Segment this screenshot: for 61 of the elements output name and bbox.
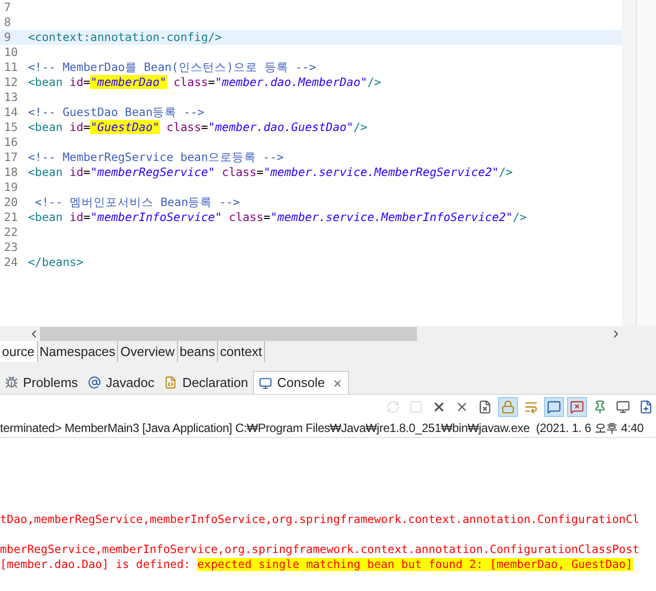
clear-document-icon [478,400,492,414]
sync-icon [386,400,400,414]
bug-icon [5,376,18,389]
monitor-icon [616,400,630,414]
view-tab[interactable]: Javadoc [82,371,160,394]
editor-tab[interactable]: Overview [118,341,178,362]
line-number: 16 [3,134,19,151]
at-icon [88,376,101,389]
view-tab[interactable]: Declaration [159,371,254,394]
console-line: [member.dao.Dao] is defined: expected single matching bean but found 2: [memberDao, GuestDao] [0,557,634,572]
message-icon [547,400,561,414]
code-line: <bean id="GuestDao" class="member.dao.GuestDao"/> [28,118,368,136]
document-icon [164,376,178,389]
line-number: 19 [3,178,19,196]
close-icon[interactable] [332,378,343,388]
pin-icon [593,400,607,414]
line-number: 14 [3,104,19,121]
stop-icon [409,400,423,414]
toolbar-button[interactable] [567,397,587,417]
code-line: <!-- MemberDao를 Bean(인스턴스)으로 등록 --> [28,58,316,76]
line-number: 20 [3,194,19,211]
line-number: 17 [3,148,19,166]
toolbar-button[interactable] [544,397,564,417]
line-number: 13 [3,88,19,106]
message-error-icon [570,400,584,414]
close-icon [432,400,446,414]
code-line: <!-- 멤버인포서비스 Bean등록 --> [34,194,240,211]
horizontal-scrollbar[interactable] [0,326,656,341]
line-number: 11 [3,58,19,76]
line-number: 10 [3,44,19,61]
view-tab[interactable]: Console [253,371,349,394]
lock-icon [501,400,515,414]
line-number: 7 [3,0,12,16]
editor-tab[interactable]: ource [0,341,38,362]
line-number: 15 [3,118,19,136]
code-line: <!-- GuestDao Bean등록 --> [28,104,204,121]
editor-tab[interactable]: context [218,341,265,362]
line-number: 12 [3,74,19,91]
line-number: 23 [3,238,19,256]
line-number: 24 [3,254,19,271]
wrap-icon [524,400,538,414]
code-line: <bean id="memberDao" class="member.dao.MemberDao"/> [28,74,382,91]
new-console-icon [639,400,653,414]
console-line: tDao,memberRegService,memberInfoService,org.springframework.context.annotation.ConfigurationCl [0,512,640,527]
code-line: <context:annotation-config/> [28,28,222,46]
scrollbar-thumb[interactable] [40,326,417,340]
line-number: 22 [3,224,19,241]
code-line: <bean id="memberRegService" class="member.service.MemberRegService2"/> [28,164,513,181]
console-line: mberRegService,memberInfoService,org.springframework.context.annotation.ConfigurationClassPost [0,542,640,557]
line-number: 21 [3,208,19,226]
line-number: 9 [3,28,12,46]
editor-tab[interactable]: Namespaces [38,341,118,362]
monitor-icon [259,376,272,390]
line-number: 8 [3,14,12,31]
view-tab[interactable]: Problems [0,371,83,394]
close-all-icon [455,400,469,414]
code-line: </beans> [28,254,84,271]
code-line: <!-- MemberRegService bean으로등록 --> [28,148,284,166]
line-number: 18 [3,164,19,181]
code-line: <bean id="memberInfoService" class="member.service.MemberInfoService2"/> [28,208,527,226]
editor-tab[interactable]: beans [178,341,218,362]
